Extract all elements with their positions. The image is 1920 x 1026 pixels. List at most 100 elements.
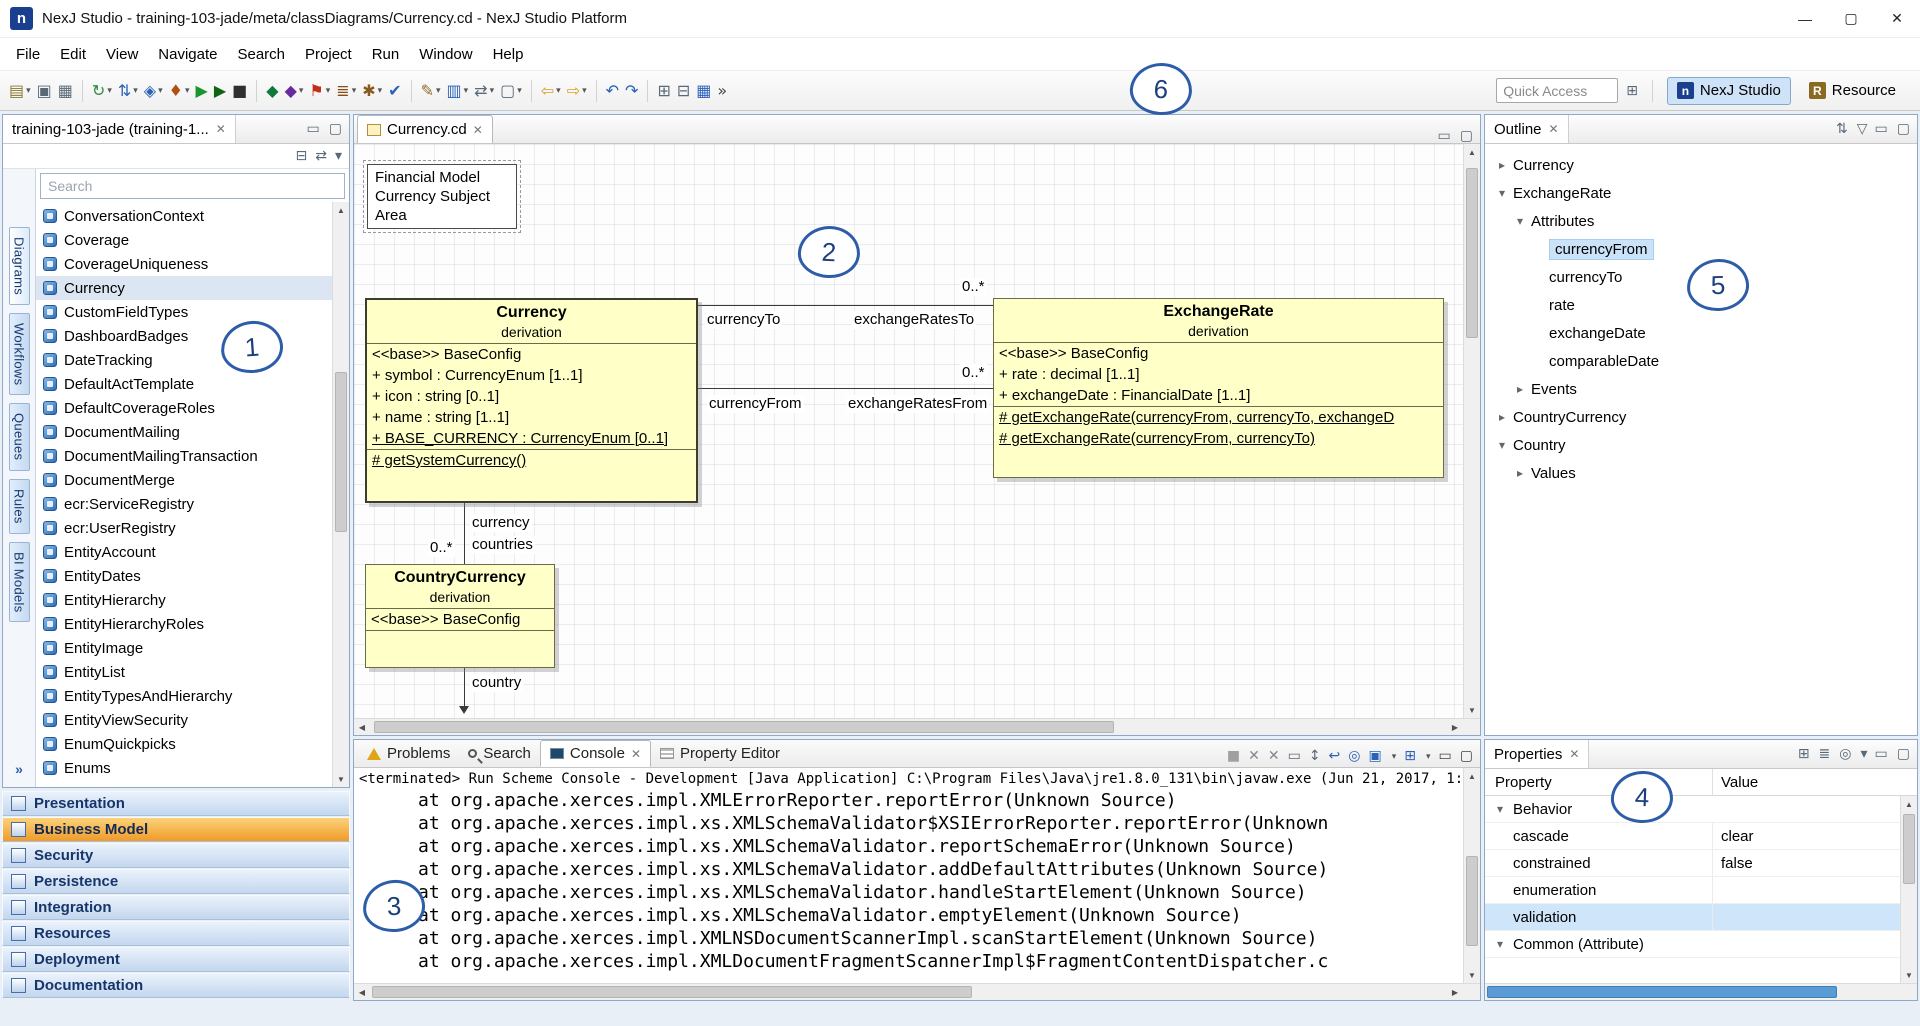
dropdown-arrow-icon[interactable]: ▾ xyxy=(26,85,31,96)
list-item-conversationcontext[interactable]: ConversationContext xyxy=(36,204,332,228)
scroll-down-icon[interactable]: ▼ xyxy=(333,771,349,787)
more-tabs-icon[interactable]: » xyxy=(15,761,23,777)
layer-persistence[interactable]: Persistence xyxy=(2,869,350,894)
list-item-entityaccount[interactable]: EntityAccount xyxy=(36,540,332,564)
scroll-down-icon[interactable]: ▼ xyxy=(1464,702,1480,718)
edit-icon[interactable]: ✎▾ xyxy=(421,83,441,99)
scrollbar-thumb[interactable] xyxy=(374,721,1114,733)
layer-integration[interactable]: Integration xyxy=(2,895,350,920)
list-item-ecr-userregistry[interactable]: ecr:UserRegistry xyxy=(36,516,332,540)
maximize-view-icon[interactable]: ▢ xyxy=(329,122,342,136)
debug-icon[interactable]: ◆ xyxy=(266,83,278,99)
outline-item-values[interactable]: ▸Values xyxy=(1485,459,1917,487)
list-item-documentmailing[interactable]: DocumentMailing xyxy=(36,420,332,444)
list-item-ecr-serviceregistry[interactable]: ecr:ServiceRegistry xyxy=(36,492,332,516)
flag-icon[interactable]: ⚑▾ xyxy=(309,83,330,99)
list-item-dashboardbadges[interactable]: DashboardBadges xyxy=(36,324,332,348)
list-item-customfieldtypes[interactable]: CustomFieldTypes xyxy=(36,300,332,324)
compare-icon[interactable]: ⇄▾ xyxy=(474,83,494,99)
menu-help[interactable]: Help xyxy=(483,38,534,70)
clear-console-icon[interactable]: ▭ xyxy=(1288,749,1301,763)
outline-tab[interactable]: Outline ✕ xyxy=(1485,115,1569,143)
close-window-button[interactable]: ✕ xyxy=(1874,0,1920,37)
tab-problems[interactable]: Problems xyxy=(358,740,459,767)
menu-file[interactable]: File xyxy=(6,38,50,70)
class-box-country-currency[interactable]: CountryCurrency derivation <<base>> Base… xyxy=(365,564,555,668)
properties-tab[interactable]: Properties ✕ xyxy=(1485,740,1589,768)
undo-icon[interactable]: ↶ xyxy=(606,83,619,99)
dropdown-arrow-icon[interactable]: ▾ xyxy=(517,85,522,96)
side-tab-workflows[interactable]: Workflows xyxy=(9,313,30,395)
close-icon[interactable]: ✕ xyxy=(1549,122,1559,136)
minimize-window-button[interactable]: — xyxy=(1782,0,1828,37)
dropdown-arrow-icon[interactable]: ▾ xyxy=(1426,751,1431,762)
editor-vertical-scrollbar[interactable]: ▲ ▼ xyxy=(1463,144,1480,718)
list-item-currency[interactable]: Currency xyxy=(36,276,332,300)
tree-arrow-icon[interactable]: ▸ xyxy=(1513,382,1527,396)
outline-item-comparabledate[interactable]: comparableDate xyxy=(1485,347,1917,375)
menu-search[interactable]: Search xyxy=(227,38,295,70)
forward-icon[interactable]: ⇨▾ xyxy=(567,83,587,99)
layer-resources[interactable]: Resources xyxy=(2,921,350,946)
save-icon[interactable]: ▣ xyxy=(37,83,52,99)
close-icon[interactable]: ✕ xyxy=(1569,747,1579,761)
scrollbar-thumb[interactable] xyxy=(1903,814,1915,884)
tree-arrow-icon[interactable]: ▾ xyxy=(1495,186,1509,200)
class-box-currency[interactable]: Currency derivation <<base>> BaseConfig … xyxy=(365,298,698,503)
layer-deployment[interactable]: Deployment xyxy=(2,947,350,972)
maximize-icon[interactable]: ▢ xyxy=(1460,749,1473,763)
dropdown-arrow-icon[interactable]: ▾ xyxy=(582,85,587,96)
view-menu-icon[interactable]: ▾ xyxy=(335,149,342,163)
outline-item-exchangedate[interactable]: exchangeDate xyxy=(1485,319,1917,347)
menu-run[interactable]: Run xyxy=(362,38,410,70)
maximize-view-icon[interactable]: ▢ xyxy=(1460,129,1473,143)
scrollbar-thumb[interactable] xyxy=(1487,986,1837,998)
display-console-icon[interactable]: ▣ xyxy=(1369,749,1382,763)
menu-navigate[interactable]: Navigate xyxy=(148,38,227,70)
terminate-icon[interactable]: ■ xyxy=(1227,749,1240,763)
word-wrap-icon[interactable]: ↩ xyxy=(1329,749,1341,763)
scroll-right-icon[interactable]: ▶ xyxy=(1447,719,1463,735)
list-item-documentmerge[interactable]: DocumentMerge xyxy=(36,468,332,492)
property-row-behavior[interactable]: ▾Behavior xyxy=(1485,796,1900,823)
table-icon[interactable]: ▥▾ xyxy=(447,83,469,99)
scroll-up-icon[interactable]: ▲ xyxy=(1464,144,1480,160)
close-icon[interactable]: ✕ xyxy=(216,122,226,136)
sync-icon[interactable]: ⇅▾ xyxy=(118,83,138,99)
collapse-all-icon[interactable]: ⊟ xyxy=(296,149,308,163)
save-all-icon[interactable]: ▦ xyxy=(58,83,73,99)
quick-access-input[interactable] xyxy=(1496,78,1618,103)
diagram-canvas[interactable]: Financial Model Currency Subject Area cu… xyxy=(354,144,1463,718)
console-horizontal-scrollbar[interactable]: ◀ ▶ xyxy=(354,983,1463,1000)
layer-documentation[interactable]: Documentation xyxy=(2,973,350,998)
validate-icon[interactable]: ✔ xyxy=(388,83,401,99)
dropdown-arrow-icon[interactable]: ▾ xyxy=(158,85,163,96)
scroll-up-icon[interactable]: ▲ xyxy=(1464,768,1480,784)
property-row-constrained[interactable]: constrainedfalse xyxy=(1485,850,1900,877)
perspective-nexj-studio[interactable]: n NexJ Studio xyxy=(1667,77,1791,105)
security-icon[interactable]: ♦▾ xyxy=(169,83,190,99)
link-editor-icon[interactable]: ⇄ xyxy=(315,149,327,163)
layer-business-model[interactable]: Business Model xyxy=(2,817,350,842)
minimize-view-icon[interactable]: ▭ xyxy=(1875,747,1888,761)
editor-horizontal-scrollbar[interactable]: ◀ ▶ xyxy=(354,718,1463,735)
show-categories-icon[interactable]: ⊞ xyxy=(1798,747,1810,761)
dropdown-arrow-icon[interactable]: ▾ xyxy=(352,85,357,96)
dropdown-arrow-icon[interactable]: ▾ xyxy=(107,85,112,96)
console-vertical-scrollbar[interactable]: ▲ ▼ xyxy=(1463,768,1480,983)
list-item-entityhierarchy[interactable]: EntityHierarchy xyxy=(36,588,332,612)
minimize-view-icon[interactable]: ▭ xyxy=(307,122,320,136)
minimize-view-icon[interactable]: ▭ xyxy=(1875,122,1888,136)
search-input[interactable] xyxy=(40,173,345,199)
list-item-entitylist[interactable]: EntityList xyxy=(36,660,332,684)
back-icon[interactable]: ⇦▾ xyxy=(541,83,561,99)
outline-item-currency[interactable]: ▸Currency xyxy=(1485,151,1917,179)
pin-icon[interactable]: ◎ xyxy=(1839,747,1851,761)
scrollbar-thumb[interactable] xyxy=(1466,856,1478,946)
outline-item-events[interactable]: ▸Events xyxy=(1485,375,1917,403)
run-console-icon[interactable]: ▶ xyxy=(214,83,226,99)
tree-arrow-icon[interactable]: ▸ xyxy=(1495,410,1509,424)
side-tab-diagrams[interactable]: Diagrams xyxy=(9,227,30,305)
dropdown-arrow-icon[interactable]: ▾ xyxy=(378,85,383,96)
run-icon[interactable]: ▶ xyxy=(196,83,208,99)
